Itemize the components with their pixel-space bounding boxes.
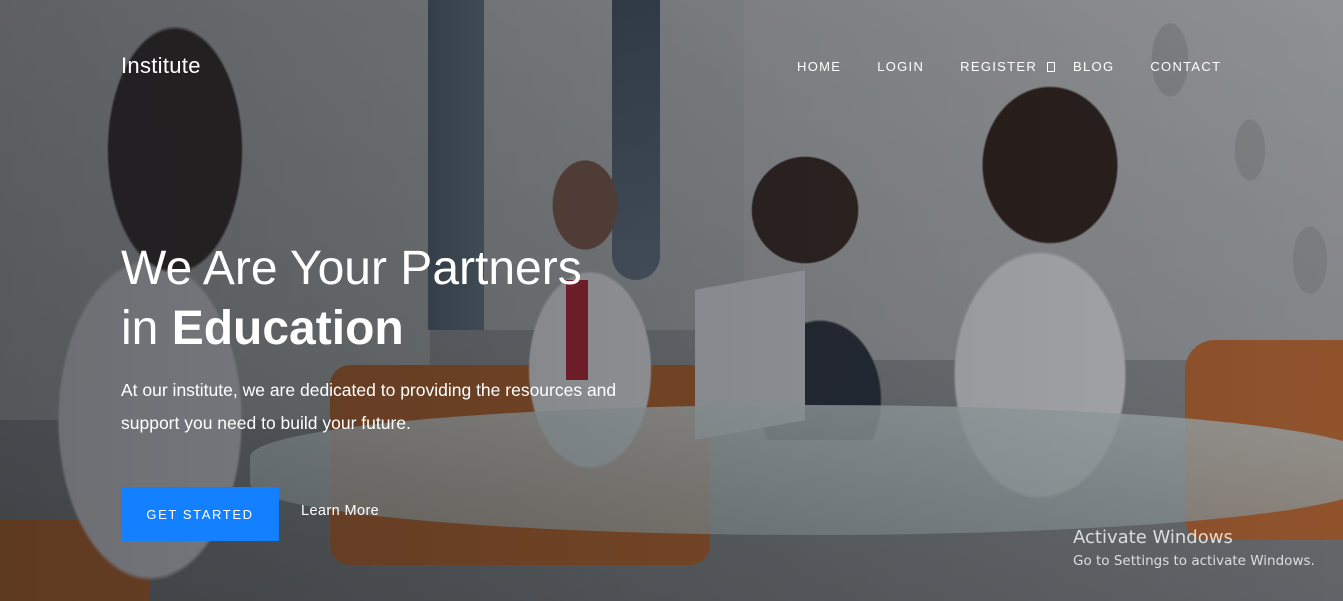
watermark-title: Activate Windows	[1073, 527, 1233, 548]
nav-register-label: REGISTER	[960, 59, 1038, 74]
headline-line2-bold: Education	[171, 302, 404, 355]
watermark-subtitle: Go to Settings to activate Windows.	[1073, 553, 1315, 569]
learn-more-link[interactable]: Learn More	[301, 503, 379, 519]
get-started-button[interactable]: GET STARTED	[121, 487, 279, 541]
activate-windows-watermark: Activate Windows Go to Settings to activ…	[1073, 527, 1315, 571]
site-logo[interactable]: Institute	[121, 53, 201, 79]
nav-login[interactable]: LOGIN	[877, 59, 924, 74]
nav-register[interactable]: REGISTER	[960, 59, 1056, 74]
nav-blog[interactable]: BLOG	[1073, 59, 1114, 74]
nav-contact[interactable]: CONTACT	[1150, 59, 1221, 74]
main-nav: HOME LOGIN REGISTER BLOG CONTACT	[797, 59, 1221, 74]
headline-line2-prefix: in	[121, 302, 172, 355]
hero-description: At our institute, we are dedicated to pr…	[121, 380, 617, 433]
nav-home[interactable]: HOME	[797, 59, 841, 74]
headline-line1: We Are Your Partners	[121, 242, 582, 295]
hero-headline: We Are Your Partners in Education	[121, 239, 681, 359]
hero-section: Institute HOME LOGIN REGISTER BLOG CONTA…	[0, 0, 1343, 601]
dropdown-icon	[1047, 61, 1056, 72]
